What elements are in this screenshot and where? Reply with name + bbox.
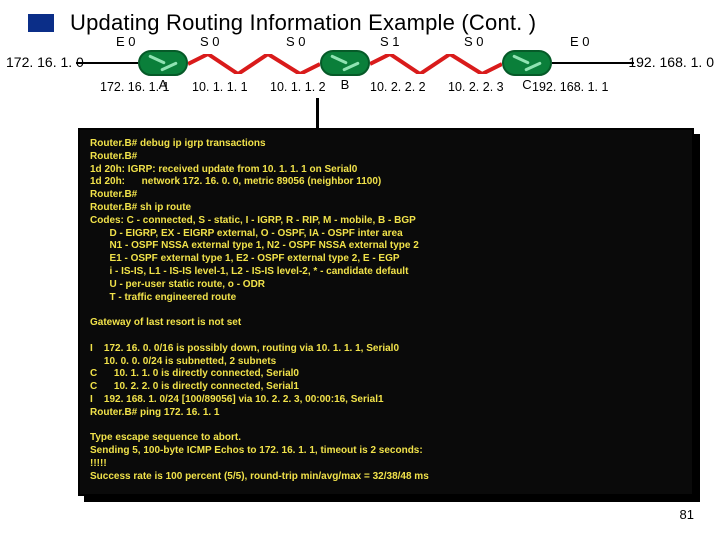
slide-title: Updating Routing Information Example (Co… — [70, 10, 536, 36]
addr-a-e0: 172. 16. 1. 1 — [100, 80, 170, 94]
title-bullet — [28, 14, 54, 32]
wire-left — [76, 62, 138, 64]
serial-link-ab — [188, 54, 320, 74]
addr-b-s0: 10. 1. 1. 2 — [270, 80, 326, 94]
iface-c-s0: S 0 — [464, 34, 484, 49]
addr-b-s1: 10. 2. 2. 2 — [370, 80, 426, 94]
addr-c-s0: 10. 2. 2. 3 — [448, 80, 504, 94]
wire-right — [552, 62, 634, 64]
router-c-icon: C — [502, 50, 552, 76]
terminal-output: Router.B# debug ip igrp transactions Rou… — [78, 128, 694, 496]
slide-title-row: Updating Routing Information Example (Co… — [0, 0, 720, 42]
iface-b-s1: S 1 — [380, 34, 400, 49]
serial-link-bc — [370, 54, 502, 74]
router-c-label: C — [522, 77, 531, 92]
router-a-icon: A — [138, 50, 188, 76]
iface-a-e0: E 0 — [116, 34, 136, 49]
router-b-icon: B — [320, 50, 370, 76]
router-b-label: B — [341, 77, 350, 92]
topology-diagram: 172. 16. 1. 0 192. 168. 1. 0 E 0 S 0 S 0… — [0, 46, 720, 118]
page-number: 81 — [680, 507, 694, 522]
iface-b-s0: S 0 — [286, 34, 306, 49]
left-network-label: 172. 16. 1. 0 — [6, 54, 84, 70]
iface-a-s0: S 0 — [200, 34, 220, 49]
iface-c-e0: E 0 — [570, 34, 590, 49]
addr-a-s0: 10. 1. 1. 1 — [192, 80, 248, 94]
addr-c-e0: 192. 168. 1. 1 — [532, 80, 608, 94]
right-network-label: 192. 168. 1. 0 — [628, 54, 714, 70]
terminal-panel: Router.B# debug ip igrp transactions Rou… — [78, 128, 694, 496]
